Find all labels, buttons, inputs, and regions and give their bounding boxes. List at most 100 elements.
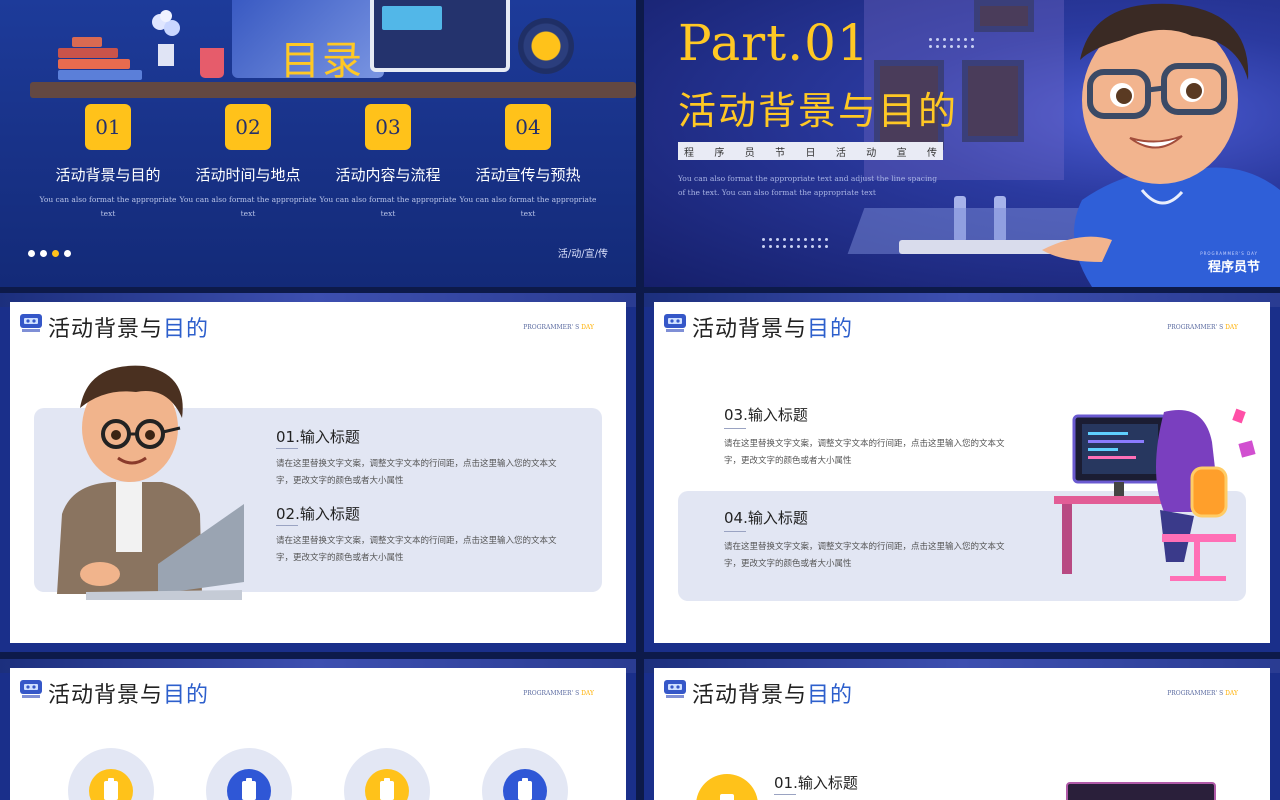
- plant-illustration: [150, 8, 182, 70]
- part-tag-strip: 程 序 员 节 日 活 动 宣 传: [678, 142, 943, 160]
- books-illustration: [58, 28, 143, 80]
- robot-icon: [664, 314, 686, 332]
- tag-char: 动: [866, 147, 877, 159]
- item-title: 03.输入标题: [724, 406, 808, 424]
- title-highlight: 目的: [163, 317, 210, 342]
- slide-title: 活动背景与目的: [48, 677, 209, 709]
- monitor-illustration: [370, 0, 510, 72]
- content-slide-4[interactable]: 活动背景与目的 PROGRAMMER' S DAY 01.输入标题: [644, 659, 1280, 800]
- content-slide-3[interactable]: 活动背景与目的 PROGRAMMER' S DAY: [0, 659, 636, 800]
- briefcase-icon: [720, 794, 734, 800]
- speaker-illustration: [518, 18, 574, 74]
- pagination-dots: [28, 250, 71, 257]
- title-main: 活动背景与: [48, 317, 164, 342]
- agenda-description: You can also format the appropriate text: [39, 195, 177, 218]
- agenda-description: You can also format the appropriate text: [319, 195, 457, 218]
- programmers-day-tag: PROGRAMMER' S DAY: [523, 690, 594, 697]
- item-divider: [276, 525, 298, 526]
- item-divider: [724, 428, 746, 429]
- item-title: 04.输入标题: [724, 509, 808, 527]
- tag-char: 节: [775, 147, 786, 159]
- tag-char: 程: [684, 147, 694, 159]
- dot: [28, 250, 35, 257]
- tag-char: 活: [835, 147, 846, 159]
- clipboard-icon: [242, 778, 256, 800]
- part-title: Part.01: [678, 14, 870, 72]
- slide-card: 活动背景与目的 PROGRAMMER' S DAY 03.输入标题 请在这里替换…: [654, 302, 1270, 643]
- clipboard-icon-card: [482, 748, 568, 800]
- programmer-character-illustration: [1042, 3, 1280, 287]
- tag-char: 传: [927, 147, 937, 159]
- title-main: 活动背景与: [692, 683, 808, 708]
- item-divider: [724, 531, 746, 532]
- title-highlight: 目的: [807, 683, 854, 708]
- agenda-item-1[interactable]: 01 活动背景与目的 You can also format the appro…: [38, 104, 178, 221]
- slide-card: 活动背景与目的 PROGRAMMER' S DAY: [10, 668, 626, 800]
- agenda-number: 02: [225, 104, 271, 150]
- programmers-day-tag: PROGRAMMER' S DAY: [1167, 324, 1238, 331]
- title-highlight: 目的: [807, 317, 854, 342]
- content-slide-1[interactable]: 活动背景与目的 PROGRAMMER' S DAY 01.输入标题 请在这里替换…: [0, 293, 636, 652]
- programmers-day-tag: PROGRAMMER' S DAY: [1167, 690, 1238, 697]
- dot: [40, 250, 47, 257]
- clipboard-icon-card: [344, 748, 430, 800]
- item-icon-circle: [696, 774, 758, 800]
- clipboard-icon: [380, 778, 394, 800]
- agenda-number: 03: [365, 104, 411, 150]
- item-title: 02.输入标题: [276, 505, 360, 523]
- clipboard-icon-card: [206, 748, 292, 800]
- agenda-label: 活动背景与目的: [55, 166, 161, 184]
- item-text: 请在这里替换文字文案，调整文字文本的行间距，点击这里输入您的文本文字，更改文字的…: [724, 542, 1005, 569]
- content-slide-2[interactable]: 活动背景与目的 PROGRAMMER' S DAY 03.输入标题 请在这里替换…: [644, 293, 1280, 652]
- slide-title: 活动背景与目的: [48, 311, 209, 343]
- programmers-day-tag: PROGRAMMER' S DAY: [523, 324, 594, 331]
- part-subtitle: 活动背景与目的: [678, 89, 959, 133]
- agenda-item-3[interactable]: 03 活动内容与流程 You can also format the appro…: [318, 104, 458, 221]
- tag-char: 日: [805, 147, 816, 159]
- agenda-item-2[interactable]: 02 活动时间与地点 You can also format the appro…: [178, 104, 318, 221]
- slide-card: 活动背景与目的 PROGRAMMER' S DAY 01.输入标题 请在这里替换…: [10, 302, 626, 643]
- agenda-number: 01: [85, 104, 131, 150]
- item-divider: [774, 794, 796, 795]
- clipboard-icon-card: [68, 748, 154, 800]
- agenda-description: You can also format the appropriate text: [179, 195, 317, 218]
- agenda-description: You can also format the appropriate text: [459, 195, 597, 218]
- item-title: 01.输入标题: [276, 428, 360, 446]
- agenda-label: 活动宣传与预热: [475, 166, 581, 184]
- agenda-number: 04: [505, 104, 551, 150]
- item-divider: [276, 448, 298, 449]
- tag-char: 员: [744, 147, 755, 159]
- item-text: 请在这里替换文字文案，调整文字文本的行间距，点击这里输入您的文本文字，更改文字的…: [276, 536, 557, 563]
- slide-title: 活动背景与目的: [692, 311, 853, 343]
- clipboard-icon: [104, 778, 118, 800]
- monitor-illustration: [1066, 782, 1216, 800]
- item-title: 01.输入标题: [774, 774, 858, 792]
- tag-char: 宣: [896, 147, 907, 159]
- agenda-label: 活动时间与地点: [195, 166, 301, 184]
- brand-logo: 程序员节: [1207, 260, 1260, 275]
- part-description: You can also format the appropriate text…: [678, 174, 938, 197]
- slide-card: 活动背景与目的 PROGRAMMER' S DAY 01.输入标题: [654, 668, 1270, 800]
- agenda-item-4[interactable]: 04 活动宣传与预热 You can also format the appro…: [458, 104, 598, 221]
- dot-grid-decoration: [762, 238, 828, 248]
- robot-icon: [20, 680, 42, 698]
- agenda-label: 活动内容与流程: [335, 166, 441, 184]
- programmer-laptop-illustration: [57, 365, 244, 600]
- cup-illustration: [200, 48, 224, 78]
- robot-icon: [664, 680, 686, 698]
- slide-title: 活动背景与目的: [692, 677, 853, 709]
- tag-char: 序: [714, 147, 725, 159]
- agenda-slide[interactable]: 目录 01 活动背景与目的 You can also format the ap…: [0, 0, 636, 287]
- title-main: 活动背景与: [692, 317, 808, 342]
- part-slide[interactable]: Part.01 活动背景与目的 程 序 员 节 日 活 动 宣 传 You ca…: [644, 0, 1280, 287]
- hooded-coder-illustration: [1054, 408, 1256, 581]
- picture-frame: [962, 60, 1024, 142]
- agenda-title: 目录: [280, 38, 364, 84]
- item-text: 请在这里替换文字文案，调整文字文本的行间距，点击这里输入您的文本文字，更改文字的…: [724, 439, 1005, 466]
- robot-icon: [20, 314, 42, 332]
- title-main: 活动背景与: [48, 683, 164, 708]
- title-highlight: 目的: [163, 683, 210, 708]
- dot-active: [52, 250, 59, 257]
- dot-grid-decoration: [929, 38, 974, 48]
- agenda-footer: 活/动/宣/传: [557, 249, 608, 260]
